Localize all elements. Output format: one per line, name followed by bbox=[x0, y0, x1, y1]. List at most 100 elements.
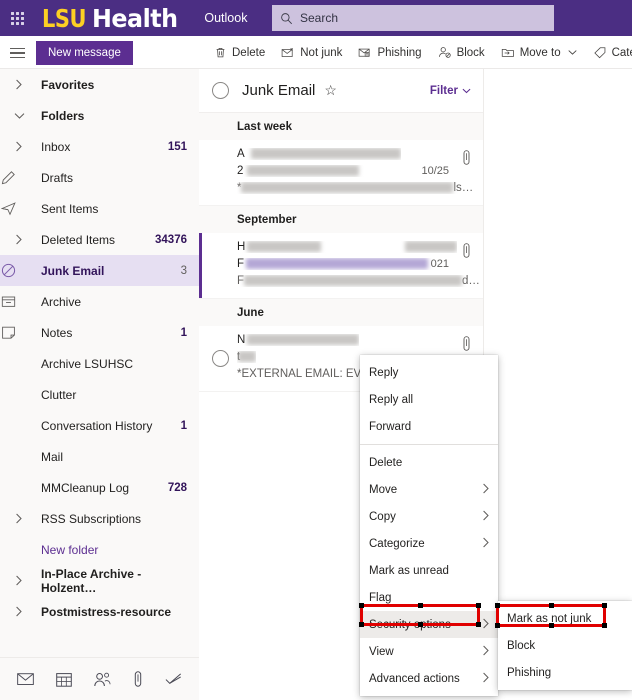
move-to-label: Move to bbox=[520, 47, 561, 59]
context-menu-item-flag[interactable]: Flag bbox=[360, 584, 498, 611]
message-line-3: Fd… bbox=[237, 275, 480, 287]
sidebar-item-sent-items[interactable]: Sent Items bbox=[0, 193, 199, 224]
star-icon[interactable]: ☆ bbox=[324, 82, 337, 99]
top-app-bar: LSU Health Outlook Search bbox=[0, 0, 632, 36]
message-line-2: t bbox=[237, 351, 256, 363]
not-junk-button[interactable]: Not junk bbox=[273, 40, 350, 66]
new-message-button[interactable]: New message bbox=[36, 41, 133, 65]
submenu-item-label: Mark as not junk bbox=[507, 613, 591, 625]
chevron-down-icon bbox=[568, 49, 577, 56]
hamburger-menu-icon[interactable] bbox=[8, 44, 28, 62]
selection-circle-icon[interactable] bbox=[212, 82, 229, 99]
filter-button[interactable]: Filter bbox=[430, 85, 471, 97]
redacted-text-block bbox=[251, 148, 401, 159]
message-line3-suffix: ls… bbox=[453, 182, 473, 194]
message-list-item[interactable]: HFFd…021 bbox=[199, 233, 483, 299]
sidebar-item-notes[interactable]: Notes1 bbox=[0, 317, 199, 348]
categorize-button[interactable]: Categoriz bbox=[585, 40, 632, 66]
context-menu-item-view[interactable]: View bbox=[360, 638, 498, 665]
redacted-text-block bbox=[241, 182, 453, 193]
sidebar-item-folders[interactable]: Folders bbox=[0, 100, 199, 131]
chevron-right-icon[interactable] bbox=[11, 131, 27, 162]
submenu-item-phishing[interactable]: Phishing bbox=[498, 659, 632, 686]
search-input[interactable]: Search bbox=[272, 5, 554, 31]
brand-logo[interactable]: LSU Health bbox=[42, 4, 182, 33]
sidebar-item-label: Postmistress-resource bbox=[41, 605, 171, 619]
context-menu-item-copy[interactable]: Copy bbox=[360, 503, 498, 530]
calendar-icon[interactable] bbox=[56, 672, 72, 687]
message-line-1: A bbox=[237, 148, 401, 160]
sidebar-item-favorites[interactable]: Favorites bbox=[0, 69, 199, 100]
todo-check-icon[interactable] bbox=[165, 672, 182, 686]
folder-sidebar: Favorites Folders Inbox151DraftsSent Items… bbox=[0, 69, 199, 657]
sidebar-item-postmistress-resource[interactable]: Postmistress-resource bbox=[0, 596, 199, 627]
message-list-body: Last weekA2*ls…10/25SeptemberHFFd…021Jun… bbox=[199, 113, 483, 392]
selection-circle-icon[interactable] bbox=[212, 350, 229, 367]
bottom-app-nav bbox=[0, 657, 199, 700]
sidebar-item-label: Folders bbox=[41, 109, 84, 123]
search-icon bbox=[280, 12, 293, 25]
sidebar-item-count: 728 bbox=[168, 482, 187, 494]
context-menu-item-reply[interactable]: Reply bbox=[360, 359, 498, 386]
chevron-right-icon bbox=[482, 618, 490, 632]
chevron-right-icon[interactable] bbox=[11, 596, 27, 627]
sidebar-item-archive-lsuhsc[interactable]: Archive LSUHSC bbox=[0, 348, 199, 379]
sidebar-item-conversation-history[interactable]: Conversation History1 bbox=[0, 410, 199, 441]
sidebar-item-drafts[interactable]: Drafts bbox=[0, 162, 199, 193]
context-menu-item-forward[interactable]: Forward bbox=[360, 413, 498, 440]
context-menu-item-mark-as-unread[interactable]: Mark as unread bbox=[360, 557, 498, 584]
sidebar-item-archive[interactable]: Archive bbox=[0, 286, 199, 317]
sidebar-item-clutter[interactable]: Clutter bbox=[0, 379, 199, 410]
context-menu: ReplyReply allForward DeleteMoveCopyCateg… bbox=[360, 355, 498, 696]
delete-button[interactable]: Delete bbox=[206, 40, 273, 66]
not-junk-label: Not junk bbox=[300, 47, 342, 59]
message-line-3: *ls… bbox=[237, 182, 473, 194]
mail-icon[interactable] bbox=[17, 672, 34, 686]
move-to-button[interactable]: Move to bbox=[493, 40, 585, 66]
sidebar-item-label: RSS Subscriptions bbox=[41, 512, 141, 526]
context-menu-item-categorize[interactable]: Categorize bbox=[360, 530, 498, 557]
sidebar-item-mail[interactable]: Mail bbox=[0, 441, 199, 472]
sidebar-item-count: 1 bbox=[181, 327, 187, 339]
phishing-button[interactable]: Phishing bbox=[350, 40, 429, 66]
chevron-right-icon[interactable] bbox=[11, 503, 27, 534]
message-text-prefix: A bbox=[237, 148, 245, 160]
submenu-item-label: Phishing bbox=[507, 667, 551, 679]
submenu-item-mark-as-not-junk[interactable]: Mark as not junk bbox=[498, 605, 632, 632]
redacted-text-block bbox=[247, 334, 359, 345]
context-menu-item-delete[interactable]: Delete bbox=[360, 449, 498, 476]
block-button[interactable]: Block bbox=[430, 40, 493, 66]
reading-pane bbox=[484, 69, 632, 657]
chevron-right-icon bbox=[482, 537, 490, 551]
context-menu-item-security-options[interactable]: Security options bbox=[360, 611, 498, 638]
sidebar-item-rss-subscriptions[interactable]: RSS Subscriptions bbox=[0, 503, 199, 534]
sidebar-item-new-folder[interactable]: New folder bbox=[0, 534, 199, 565]
context-menu-item-label: Advanced actions bbox=[369, 673, 460, 685]
sidebar-item-count: 1 bbox=[181, 420, 187, 432]
context-menu-item-move[interactable]: Move bbox=[360, 476, 498, 503]
sidebar-item-deleted-items[interactable]: Deleted Items34376 bbox=[0, 224, 199, 255]
chevron-down-icon bbox=[462, 85, 471, 97]
chevron-right-icon[interactable] bbox=[11, 69, 27, 100]
sidebar-item-in-place-archive-holzent[interactable]: In-Place Archive - Holzent… bbox=[0, 565, 199, 596]
chevron-right-icon[interactable] bbox=[11, 565, 27, 596]
chevron-right-icon[interactable] bbox=[11, 224, 27, 255]
sidebar-item-label: Favorites bbox=[41, 78, 94, 92]
app-launcher-icon[interactable] bbox=[0, 0, 34, 36]
app-name-outlook[interactable]: Outlook bbox=[204, 11, 247, 25]
context-menu-item-reply-all[interactable]: Reply all bbox=[360, 386, 498, 413]
files-attachment-icon[interactable] bbox=[133, 671, 143, 687]
message-date: 021 bbox=[431, 258, 449, 270]
sidebar-item-mmcleanup-log[interactable]: MMCleanup Log728 bbox=[0, 472, 199, 503]
submenu-item-block[interactable]: Block bbox=[498, 632, 632, 659]
chevron-down-icon[interactable] bbox=[11, 100, 27, 131]
sidebar-item-label: Junk Email bbox=[41, 264, 104, 278]
redacted-text-block bbox=[247, 241, 321, 252]
sidebar-item-junk-email[interactable]: Junk Email3 bbox=[0, 255, 199, 286]
message-list-item[interactable]: A2*ls…10/25 bbox=[199, 140, 483, 206]
people-icon[interactable] bbox=[94, 672, 111, 687]
context-menu-item-advanced-actions[interactable]: Advanced actions bbox=[360, 665, 498, 692]
page-title: Junk Email bbox=[242, 82, 315, 99]
security-options-submenu: Mark as not junk Block Phishing bbox=[498, 601, 632, 690]
sidebar-item-inbox[interactable]: Inbox151 bbox=[0, 131, 199, 162]
